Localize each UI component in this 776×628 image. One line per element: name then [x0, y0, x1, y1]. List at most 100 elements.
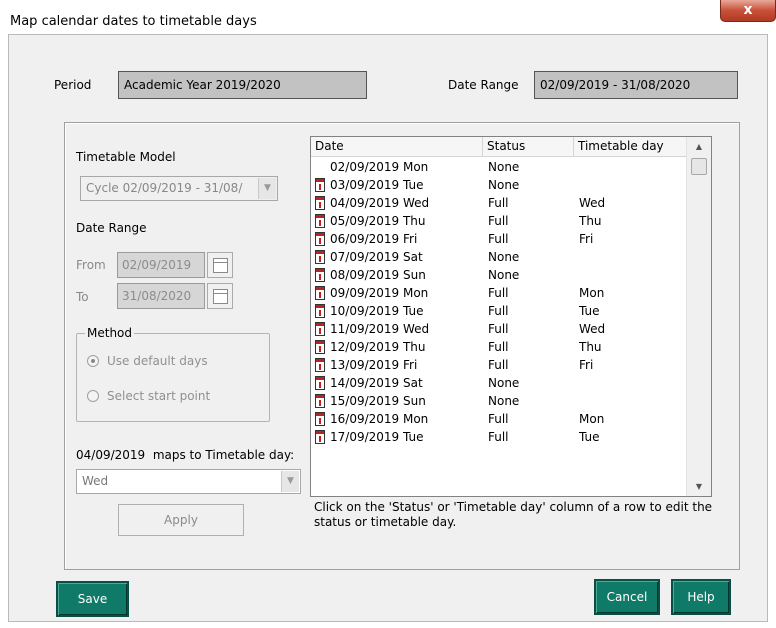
from-date-input[interactable]: 02/09/2019 [117, 252, 205, 278]
save-button[interactable]: Save [56, 581, 129, 617]
calendar-day-icon [315, 250, 325, 264]
calendar-day-icon [315, 268, 325, 282]
cell-status[interactable]: Full [488, 338, 573, 356]
apply-button[interactable]: Apply [118, 504, 244, 536]
table-row[interactable]: 10/09/2019 Tue Full Tue [311, 302, 687, 320]
table-row[interactable]: 03/09/2019 Tue None [311, 176, 687, 194]
cell-status[interactable]: Full [488, 212, 573, 230]
table-row[interactable]: 16/09/2019 Mon Full Mon [311, 410, 687, 428]
period-field: Academic Year 2019/2020 [118, 71, 367, 99]
calendar-day-icon [315, 196, 325, 210]
cell-timetable-day[interactable]: Tue [579, 302, 679, 320]
date-text: 14/09/2019 Sat [330, 376, 423, 390]
calendar-day-icon [315, 286, 325, 300]
column-header-date[interactable]: Date [311, 137, 483, 157]
table-row[interactable]: 05/09/2019 Thu Full Thu [311, 212, 687, 230]
calendar-icon [213, 289, 228, 304]
radio-label: Select start point [107, 389, 211, 403]
table-row[interactable]: 11/09/2019 Wed Full Wed [311, 320, 687, 338]
to-date-input[interactable]: 31/08/2020 [117, 283, 205, 309]
cell-timetable-day[interactable]: Fri [579, 230, 679, 248]
cell-status[interactable]: Full [488, 428, 573, 446]
cell-timetable-day[interactable]: Thu [579, 212, 679, 230]
calendar-day-icon [315, 232, 325, 246]
cancel-button[interactable]: Cancel [594, 579, 660, 615]
to-calendar-button[interactable] [207, 283, 233, 309]
cell-status[interactable]: Full [488, 410, 573, 428]
date-text: 15/09/2019 Sun [330, 394, 426, 408]
close-icon: x [743, 2, 753, 18]
date-text: 09/09/2019 Mon [330, 286, 429, 300]
table-row[interactable]: 12/09/2019 Thu Full Thu [311, 338, 687, 356]
cell-timetable-day[interactable]: Thu [579, 338, 679, 356]
timetable-model-value: Cycle 02/09/2019 - 31/08/ [86, 181, 243, 195]
date-text: 02/09/2019 Mon [330, 160, 429, 174]
title-bar: Map calendar dates to timetable days x [0, 0, 776, 34]
date-text: 06/09/2019 Fri [330, 232, 418, 246]
list-header: Date Status Timetable day [311, 137, 687, 157]
cell-timetable-day[interactable]: Wed [579, 320, 679, 338]
calendar-day-icon [315, 412, 325, 426]
chevron-down-icon: ▼ [258, 178, 276, 199]
table-row[interactable]: 14/09/2019 Sat None [311, 374, 687, 392]
method-label: Method [85, 326, 135, 340]
cell-status[interactable]: None [488, 266, 573, 284]
date-range-section-label: Date Range [76, 221, 147, 235]
table-row[interactable]: 02/09/2019 Mon None [311, 158, 687, 176]
cell-status[interactable]: Full [488, 194, 573, 212]
table-row[interactable]: 08/09/2019 Sun None [311, 266, 687, 284]
window-title: Map calendar dates to timetable days [10, 14, 257, 29]
timetable-model-select[interactable]: Cycle 02/09/2019 - 31/08/ ▼ [80, 176, 278, 201]
maps-date: 04/09/2019 [76, 448, 146, 462]
cell-status[interactable]: None [488, 176, 573, 194]
method-group: Method Use default days Select start poi… [76, 326, 270, 422]
cell-status[interactable]: None [488, 392, 573, 410]
cell-status[interactable]: Full [488, 284, 573, 302]
cell-status[interactable]: None [488, 248, 573, 266]
date-text: 08/09/2019 Sun [330, 268, 426, 282]
table-row[interactable]: 09/09/2019 Mon Full Mon [311, 284, 687, 302]
period-label: Period [54, 78, 92, 92]
radio-use-default-days[interactable]: Use default days [87, 354, 208, 368]
maps-to-text: 04/09/2019 maps to Timetable day: [76, 448, 294, 462]
calendar-day-icon [315, 214, 325, 228]
cell-status[interactable]: None [488, 374, 573, 392]
cell-timetable-day[interactable]: Fri [579, 356, 679, 374]
scroll-thumb[interactable] [691, 158, 707, 175]
cell-timetable-day[interactable]: Wed [579, 194, 679, 212]
cell-status[interactable]: Full [488, 230, 573, 248]
to-label: To [76, 290, 89, 304]
date-text: 12/09/2019 Thu [330, 340, 426, 354]
scroll-down-icon[interactable]: ▼ [687, 478, 711, 496]
cell-timetable-day[interactable]: Mon [579, 284, 679, 302]
table-row[interactable]: 15/09/2019 Sun None [311, 392, 687, 410]
scroll-up-icon[interactable]: ▲ [687, 138, 711, 156]
column-header-timetable-day[interactable]: Timetable day [574, 137, 687, 157]
cell-status[interactable]: Full [488, 302, 573, 320]
cell-timetable-day[interactable]: Tue [579, 428, 679, 446]
radio-select-start-point[interactable]: Select start point [87, 389, 210, 403]
date-text: 11/09/2019 Wed [330, 322, 430, 336]
column-header-status[interactable]: Status [483, 137, 574, 157]
table-row[interactable]: 17/09/2019 Tue Full Tue [311, 428, 687, 446]
date-text: 04/09/2019 Wed [330, 196, 430, 210]
mapping-panel: Timetable Model Cycle 02/09/2019 - 31/08… [64, 122, 740, 570]
table-row[interactable]: 06/09/2019 Fri Full Fri [311, 230, 687, 248]
from-calendar-button[interactable] [207, 252, 233, 278]
close-button[interactable]: x [720, 0, 776, 22]
calendar-day-icon [315, 394, 325, 408]
cell-status[interactable]: None [488, 158, 573, 176]
timetable-day-value: Wed [82, 474, 109, 488]
table-row[interactable]: 04/09/2019 Wed Full Wed [311, 194, 687, 212]
date-list[interactable]: Date Status Timetable day 02/09/2019 Mon… [310, 136, 712, 497]
table-row[interactable]: 07/09/2019 Sat None [311, 248, 687, 266]
help-button[interactable]: Help [671, 579, 731, 615]
cell-status[interactable]: Full [488, 356, 573, 374]
table-row[interactable]: 13/09/2019 Fri Full Fri [311, 356, 687, 374]
date-text: 17/09/2019 Tue [330, 430, 424, 444]
vertical-scrollbar[interactable]: ▲ ▼ [686, 137, 711, 496]
cell-timetable-day[interactable]: Mon [579, 410, 679, 428]
cell-status[interactable]: Full [488, 320, 573, 338]
radio-unselected-icon [87, 390, 99, 402]
timetable-day-select[interactable]: Wed ▼ [76, 469, 301, 494]
